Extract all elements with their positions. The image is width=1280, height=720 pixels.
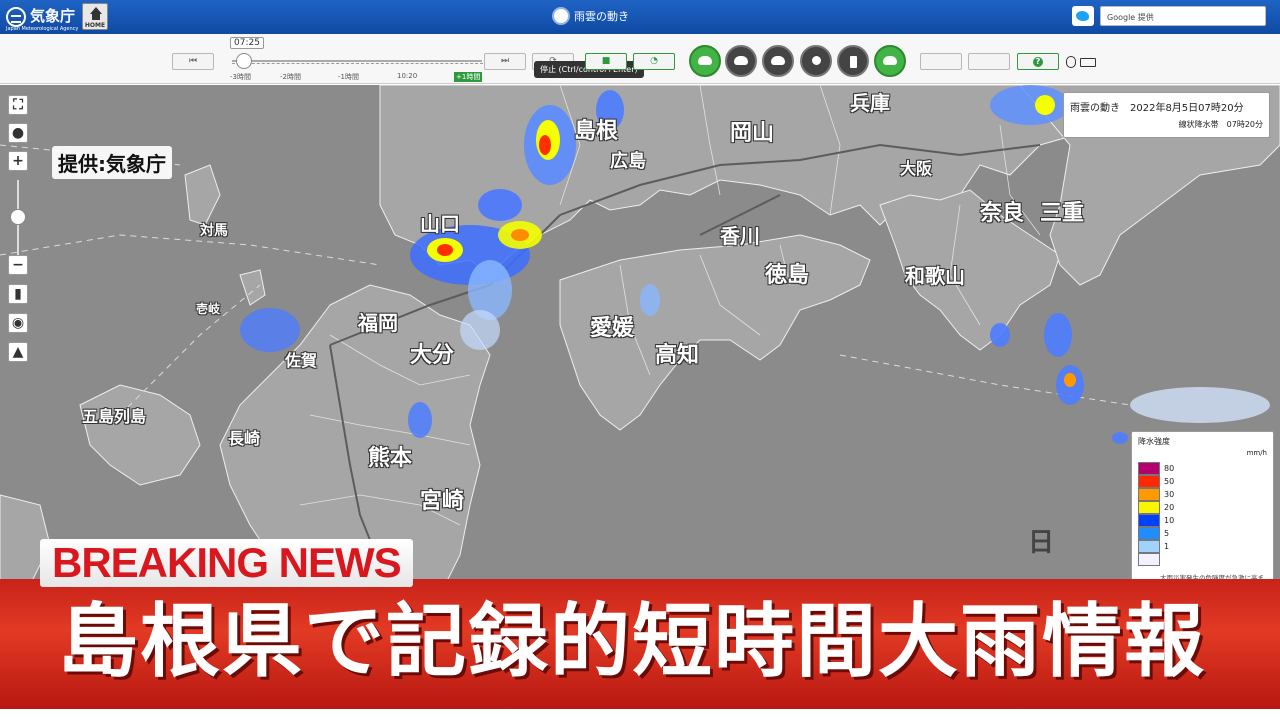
place-label-oita: 大分 — [410, 343, 455, 368]
place-label-wakayama: 和歌山 — [905, 264, 965, 288]
cloud-layer-button[interactable] — [762, 45, 794, 77]
place-label-kagawa: 香川 — [720, 224, 760, 248]
stop-button[interactable]: ■ — [585, 53, 627, 70]
legend-swatch — [1138, 553, 1160, 566]
breaking-news-label: BREAKING NEWS — [40, 539, 413, 587]
place-label-goto: 五島列島 — [82, 407, 147, 426]
time-slider-handle[interactable] — [236, 53, 252, 69]
globe-icon — [552, 7, 570, 25]
help-button[interactable]: ? — [1017, 53, 1059, 70]
terrain-button[interactable]: ▲ — [8, 342, 28, 362]
place-label-hyogo: 兵庫 — [850, 91, 890, 115]
place-label-tokushima: 徳島 — [765, 263, 810, 288]
place-label-kumamoto: 熊本 — [368, 446, 413, 471]
zoom-slider-handle[interactable] — [10, 209, 26, 225]
skip-to-start-button[interactable]: ⏮ — [172, 53, 214, 70]
time-slider-track[interactable] — [232, 60, 482, 62]
tick-label-minus2h: -2時間 — [280, 73, 301, 81]
raindrop-icon — [812, 56, 821, 65]
top-header: 気象庁 Japan Meteorological Agency HOME 雨雲の… — [0, 0, 1280, 34]
legend-value: 80 — [1164, 464, 1175, 473]
speed-button[interactable]: ◔ — [633, 53, 675, 70]
current-time-bubble: 07:25 — [230, 37, 264, 49]
mouse-icon — [1066, 56, 1076, 68]
rainband-time-label: 線状降水帯 07時20分 — [1178, 120, 1263, 129]
legend-swatch — [1138, 488, 1160, 501]
lightning-icon — [850, 56, 857, 68]
org-name-en: Japan Meteorological Agency — [6, 26, 79, 32]
zoom-out-button[interactable]: − — [8, 255, 28, 275]
data-credit: 提供:気象庁 — [52, 146, 172, 179]
water-drop-button[interactable]: ◉ — [8, 313, 28, 333]
place-label-hiroshima: 広島 — [610, 151, 646, 172]
download-button[interactable] — [920, 53, 962, 70]
legend-value: 20 — [1164, 503, 1175, 512]
breaking-news-headline: 島根県で記録的短時間大雨情報 — [58, 595, 1206, 688]
place-label-kochi: 高知 — [655, 343, 700, 368]
place-label-miyazaki: 宮崎 — [420, 489, 465, 514]
legend-value: 50 — [1164, 477, 1175, 486]
linear-rainband-button[interactable] — [874, 45, 906, 77]
twitter-share-button[interactable] — [1072, 6, 1094, 26]
org-name: 気象庁 — [30, 7, 76, 25]
rain-layer-button[interactable] — [689, 45, 721, 77]
keyboard-icon — [1080, 58, 1096, 67]
raindrop-layer-button[interactable] — [800, 45, 832, 77]
place-label-saga: 佐賀 — [285, 351, 318, 370]
place-label-fukuoka: 福岡 — [358, 311, 398, 335]
home-button[interactable]: HOME — [82, 3, 108, 30]
jma-logo[interactable]: 気象庁 Japan Meteorological Agency — [6, 4, 79, 32]
tick-label-plus1h: +1時間 — [454, 72, 483, 82]
rain-cloud-icon — [698, 56, 712, 65]
legend-value: 1 — [1164, 542, 1170, 551]
skip-to-end-button[interactable]: ⏭ — [484, 53, 526, 70]
tick-label-minus1h: -1時間 — [338, 73, 359, 81]
map-layer-button[interactable]: ▮ — [8, 284, 28, 304]
legend-swatch — [1138, 501, 1160, 514]
legend-value: 10 — [1164, 516, 1175, 525]
place-label-osaka: 大阪 — [900, 159, 933, 178]
place-label-nagasaki: 長崎 — [228, 429, 261, 448]
place-label-nara: 奈良 — [980, 201, 1025, 226]
legend-swatch — [1138, 514, 1160, 527]
help-icon: ? — [1033, 57, 1043, 67]
print-button[interactable] — [968, 53, 1010, 70]
legend-title: 降水強度 — [1138, 437, 1170, 446]
legend-swatch — [1138, 527, 1160, 540]
lightning-layer-button[interactable] — [837, 45, 869, 77]
jma-emblem-icon — [6, 7, 26, 27]
legend-unit: mm/h — [1246, 449, 1267, 457]
rainband-icon — [883, 56, 897, 65]
place-label-okayama: 岡山 — [730, 121, 775, 146]
legend-value: 30 — [1164, 490, 1175, 499]
place-label-mie: 三重 — [1040, 201, 1085, 226]
fullscreen-button[interactable]: ⛶ — [8, 95, 28, 115]
legend-value: 5 — [1164, 529, 1170, 538]
place-label-iki: 壱岐 — [196, 302, 221, 316]
legend-swatch — [1138, 462, 1160, 475]
place-label-tsushima: 対馬 — [200, 223, 228, 239]
place-label-sea: 日 — [1028, 528, 1055, 558]
place-label-shimane: 島根 — [574, 119, 619, 144]
place-label-yamaguchi: 山口 — [420, 212, 460, 236]
timestamp-info-box: 雨雲の動き 2022年8月5日07時20分 線状降水帯 07時20分 — [1063, 92, 1270, 138]
legend-swatch — [1138, 540, 1160, 553]
time-slider-ticks — [232, 63, 488, 69]
rain-time-label: 雨雲の動き 2022年8月5日07時20分 — [1070, 103, 1244, 114]
place-label-ehime: 愛媛 — [590, 316, 635, 341]
current-location-button[interactable]: ● — [8, 123, 28, 143]
cloud-arrow-icon — [734, 56, 748, 65]
tick-label-now: 10:20 — [397, 72, 418, 80]
cloud-icon — [771, 56, 785, 65]
forecast-layer-button[interactable] — [725, 45, 757, 77]
tick-label-minus3h: -3時間 — [230, 73, 251, 81]
page-title-text: 雨雲の動き — [574, 10, 629, 23]
page-title: 雨雲の動き — [552, 7, 629, 25]
zoom-in-button[interactable]: + — [8, 151, 28, 171]
google-search-input[interactable]: Google 提供 — [1100, 6, 1266, 26]
legend-swatch — [1138, 475, 1160, 488]
screen: 気象庁 Japan Meteorological Agency HOME 雨雲の… — [0, 0, 1280, 720]
